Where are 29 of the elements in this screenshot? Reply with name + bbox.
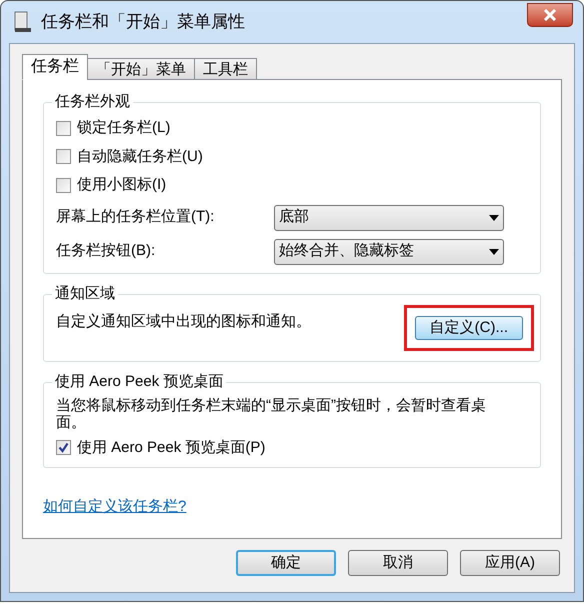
- description-text: 当您将鼠标移动到任务栏末端的“显示桌面”按钮时，会暂时查看桌面。: [56, 396, 487, 430]
- customize-button[interactable]: 自定义(C)...: [414, 316, 523, 340]
- dialog-button[interactable]: 取消: [348, 550, 448, 576]
- tab[interactable]: 工具栏: [194, 58, 257, 80]
- dialog-button[interactable]: 确定: [236, 550, 336, 576]
- checkbox-label: 锁定任务栏(L): [77, 118, 170, 138]
- checkbox[interactable]: [56, 120, 71, 136]
- checkbox-label: 自动隐藏任务栏(U): [77, 146, 203, 166]
- close-icon: [543, 9, 557, 21]
- checkbox-label: 使用 Aero Peek 预览桌面(P): [77, 438, 266, 458]
- group-title: 使用 Aero Peek 预览桌面: [52, 372, 226, 392]
- checkbox-label: 使用小图标(I): [77, 175, 166, 195]
- dialog-button[interactable]: 应用(A): [460, 550, 560, 576]
- dropdown[interactable]: 始终合并、隐藏标签: [274, 238, 504, 264]
- dropdown-label: 屏幕上的任务栏位置(T):: [56, 207, 216, 228]
- tab[interactable]: 任务栏: [22, 54, 88, 80]
- help-link[interactable]: 如何自定义该任务栏?: [43, 496, 186, 518]
- close-button[interactable]: [527, 3, 573, 27]
- checkbox[interactable]: [56, 178, 71, 193]
- dropdown-arrow-icon: [489, 248, 499, 254]
- dropdown[interactable]: 底部: [274, 204, 504, 230]
- window-title: 任务栏和「开始」菜单属性: [41, 11, 245, 34]
- dropdown-label: 任务栏按钮(B):: [56, 241, 156, 262]
- checkbox[interactable]: [56, 149, 71, 164]
- taskbar-properties-icon: [13, 10, 33, 34]
- checkbox[interactable]: [56, 440, 71, 456]
- dropdown-arrow-icon: [489, 214, 499, 220]
- tab[interactable]: 「开始」菜单: [87, 58, 195, 80]
- description-text: 自定义通知区域中出现的图标和通知。: [56, 312, 311, 332]
